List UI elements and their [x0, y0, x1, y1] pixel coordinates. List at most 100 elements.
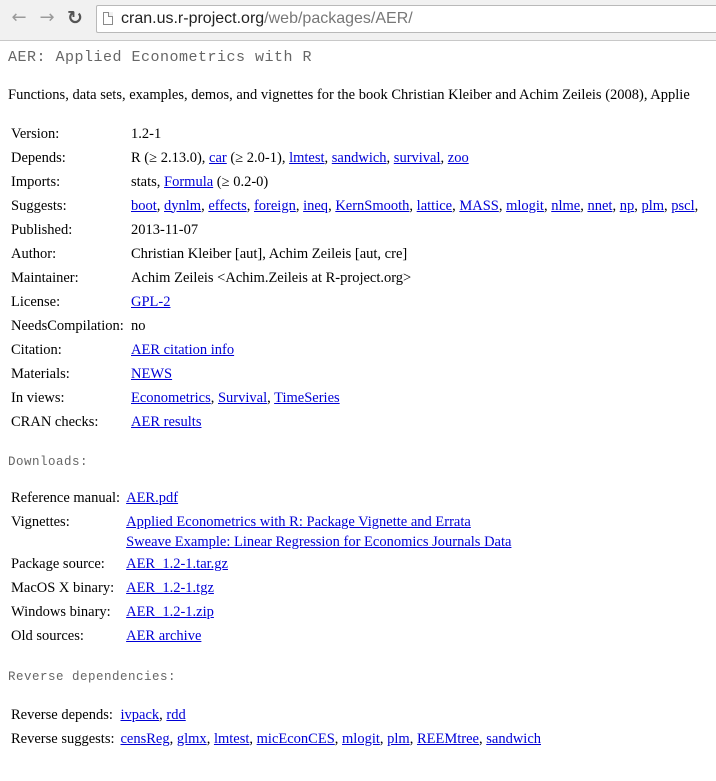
reverse-suggests-link[interactable]: REEMtree: [417, 731, 479, 747]
reverse-suggests-link[interactable]: mlogit: [342, 731, 380, 747]
table-row: Vignettes: Applied Econometrics with R: …: [8, 510, 514, 552]
source-label: Package source:: [11, 555, 105, 572]
vignettes-value: Applied Econometrics with R: Package Vig…: [123, 510, 514, 552]
reload-icon[interactable]: ↻: [64, 7, 86, 29]
reverse-suggests-link[interactable]: glmx: [177, 731, 207, 747]
forward-arrow-icon[interactable]: →: [36, 7, 58, 29]
news-link[interactable]: NEWS: [131, 366, 172, 382]
suggests-link[interactable]: pscl: [671, 198, 694, 214]
imports-value: stats, Formula (≥ 0.2-0): [128, 170, 701, 194]
suggests-link[interactable]: dynlm: [164, 198, 201, 214]
citation-value: AER citation info: [128, 338, 701, 362]
published-value: 2013-11-07: [131, 221, 199, 238]
suggests-link[interactable]: ineq: [303, 198, 328, 214]
view-link-econometrics[interactable]: Econometrics: [131, 390, 211, 406]
table-row: Author: Christian Kleiber [aut], Achim Z…: [8, 242, 701, 266]
suggests-link[interactable]: mlogit: [506, 198, 544, 214]
view-link-timeseries[interactable]: TimeSeries: [274, 390, 340, 406]
suggests-link[interactable]: effects: [208, 198, 246, 214]
author-value: Christian Kleiber [aut], Achim Zeileis […: [131, 245, 408, 262]
refman-link[interactable]: AER.pdf: [126, 490, 178, 506]
reverse-depends-link[interactable]: rdd: [166, 707, 185, 723]
license-link[interactable]: GPL-2: [131, 294, 170, 310]
reverse-suggests-link[interactable]: sandwich: [486, 731, 541, 747]
depends-link-survival[interactable]: survival: [394, 150, 441, 166]
maintainer-value: Achim Zeileis <Achim.Zeileis at R-projec…: [131, 269, 412, 286]
old-sources-value: AER archive: [123, 624, 514, 648]
refman-label: Reference manual:: [11, 489, 121, 506]
table-row: Version: 1.2-1: [8, 122, 701, 146]
archive-link[interactable]: AER archive: [126, 628, 201, 644]
windows-label: Windows binary:: [11, 603, 111, 620]
suggests-link[interactable]: lattice: [417, 198, 452, 214]
macos-link[interactable]: AER_1.2-1.tgz: [126, 580, 214, 596]
windows-link[interactable]: AER_1.2-1.zip: [126, 604, 214, 620]
macos-value: AER_1.2-1.tgz: [123, 576, 514, 600]
reverse-deps-table: Reverse depends: ivpack, rdd Reverse sug…: [8, 703, 544, 751]
reverse-suggests-link[interactable]: lmtest: [214, 731, 249, 747]
imports-label: Imports:: [11, 173, 61, 190]
reverse-suggests-link[interactable]: censReg: [121, 731, 170, 747]
cranchecks-value: AER results: [128, 410, 701, 434]
view-link-survival[interactable]: Survival: [218, 390, 267, 406]
table-row: Materials: NEWS: [8, 362, 701, 386]
needscompilation-label: NeedsCompilation:: [11, 317, 124, 334]
back-arrow-icon[interactable]: ←: [8, 7, 30, 29]
table-row: License: GPL-2: [8, 290, 701, 314]
browser-toolbar: ← → ↻ cran.us.r-project.org/web/packages…: [0, 0, 716, 41]
suggests-label: Suggests:: [11, 197, 67, 214]
vignettes-label: Vignettes:: [11, 514, 70, 530]
downloads-heading: Downloads:: [8, 455, 89, 469]
author-label: Author:: [11, 245, 57, 262]
table-row: Published: 2013-11-07: [8, 218, 701, 242]
suggests-link[interactable]: nnet: [587, 198, 612, 214]
suggests-link[interactable]: nlme: [551, 198, 580, 214]
inviews-label: In views:: [11, 389, 65, 406]
url-text[interactable]: cran.us.r-project.org/web/packages/AER/: [121, 10, 413, 28]
citation-link[interactable]: AER citation info: [131, 342, 234, 358]
downloads-table: Reference manual: AER.pdf Vignettes: App…: [8, 486, 514, 648]
cranchecks-link[interactable]: AER results: [131, 414, 201, 430]
reverse-suggests-link[interactable]: plm: [387, 731, 410, 747]
vignette-link[interactable]: Sweave Example: Linear Regression for Ec…: [126, 532, 511, 552]
imports-stats: stats,: [131, 173, 161, 190]
depends-r: R (≥ 2.13.0),: [131, 149, 206, 166]
package-description: Functions, data sets, examples, demos, a…: [8, 87, 690, 103]
suggests-link[interactable]: plm: [641, 198, 664, 214]
materials-label: Materials:: [11, 365, 70, 382]
table-row: Suggests: boot, dynlm, effects, foreign,…: [8, 194, 701, 218]
depends-label: Depends:: [11, 149, 66, 166]
table-row: CRAN checks: AER results: [8, 410, 701, 434]
suggests-link[interactable]: foreign: [254, 198, 296, 214]
table-row: Windows binary: AER_1.2-1.zip: [8, 600, 514, 624]
suggests-value: boot, dynlm, effects, foreign, ineq, Ker…: [131, 197, 699, 214]
license-label: License:: [11, 293, 61, 310]
imports-link-formula[interactable]: Formula: [164, 174, 213, 190]
depends-link-zoo[interactable]: zoo: [448, 150, 469, 166]
source-value: AER_1.2-1.tar.gz: [123, 552, 514, 576]
needscompilation-value: no: [131, 317, 146, 334]
suggests-link[interactable]: boot: [131, 198, 157, 214]
suggests-link[interactable]: np: [620, 198, 635, 214]
depends-link-sandwich[interactable]: sandwich: [332, 150, 387, 166]
imports-formula-version: (≥ 0.2-0): [216, 173, 269, 190]
table-row: MacOS X binary: AER_1.2-1.tgz: [8, 576, 514, 600]
refman-value: AER.pdf: [123, 486, 514, 510]
depends-link-car[interactable]: car: [209, 150, 227, 166]
table-row: Package source: AER_1.2-1.tar.gz: [8, 552, 514, 576]
maintainer-label: Maintainer:: [11, 269, 79, 286]
table-row: Old sources: AER archive: [8, 624, 514, 648]
table-row: Depends: R (≥ 2.13.0), car (≥ 2.0-1), lm…: [8, 146, 701, 170]
materials-value: NEWS: [128, 362, 701, 386]
reverse-depends-value: ivpack, rdd: [120, 706, 186, 723]
reverse-suggests-value: censReg, glmx, lmtest, micEconCES, mlogi…: [120, 730, 542, 747]
reverse-suggests-link[interactable]: micEconCES: [257, 731, 335, 747]
depends-car-version: (≥ 2.0-1),: [230, 149, 286, 166]
depends-link-lmtest[interactable]: lmtest: [289, 150, 324, 166]
suggests-link[interactable]: KernSmooth: [335, 198, 409, 214]
vignette-link[interactable]: Applied Econometrics with R: Package Vig…: [126, 512, 511, 532]
suggests-link[interactable]: MASS: [459, 198, 499, 214]
reverse-depends-link[interactable]: ivpack: [121, 707, 160, 723]
address-bar[interactable]: cran.us.r-project.org/web/packages/AER/: [96, 5, 716, 33]
source-link[interactable]: AER_1.2-1.tar.gz: [126, 556, 228, 572]
